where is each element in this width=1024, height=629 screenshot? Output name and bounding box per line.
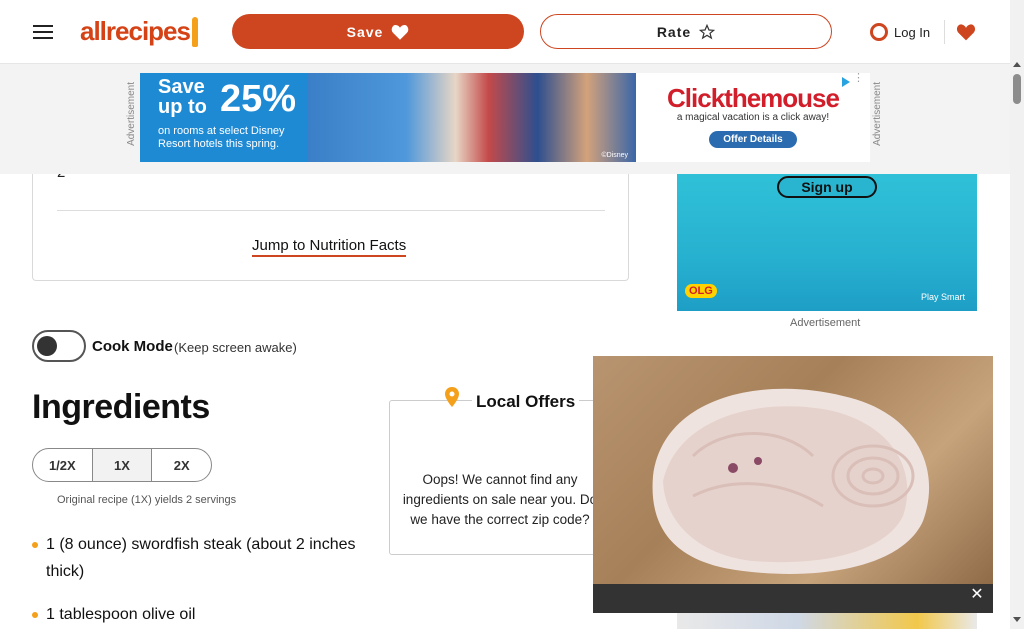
star-icon: [699, 23, 716, 39]
adchoices-icon[interactable]: [842, 77, 850, 87]
rate-label: Rate: [656, 23, 692, 40]
login-link[interactable]: Log In: [870, 21, 930, 43]
ingredient-bullet: [32, 542, 38, 548]
save-label: Save: [346, 23, 384, 40]
save-button[interactable]: Save: [232, 14, 524, 49]
close-video-icon[interactable]: ✕: [967, 585, 987, 605]
swordfish-steak-image: [652, 388, 930, 574]
spoon-icon: [191, 16, 198, 47]
ingredient-bullet: [32, 612, 38, 618]
menu-icon[interactable]: [33, 21, 53, 41]
login-label: Log In: [894, 24, 931, 40]
logo-text: allrecipes: [80, 16, 191, 46]
side-ad-label: Advertisement: [790, 317, 861, 329]
video-frame[interactable]: [593, 356, 993, 584]
site-header: allrecipes Save Rate Log In: [0, 0, 1010, 64]
ad-offer-button[interactable]: Offer Details: [709, 131, 797, 148]
ad-percent: 25%: [220, 78, 297, 120]
scale-half-button[interactable]: 1/2X: [33, 449, 93, 481]
location-pin-icon: [445, 387, 459, 407]
card-divider: [57, 210, 605, 211]
ad-brand: Clickthemouse: [667, 83, 840, 113]
video-control-bar[interactable]: [593, 584, 993, 613]
ad-photo-credit: ©Disney: [601, 152, 628, 159]
local-offers-title: Local Offers: [472, 392, 580, 412]
jump-to-nutrition-link[interactable]: Jump to Nutrition Facts: [252, 237, 407, 257]
yields-text: Original recipe (1X) yields 2 servings: [57, 494, 237, 506]
site-logo[interactable]: allrecipes: [80, 15, 208, 48]
ingredients-heading: Ingredients: [32, 388, 210, 426]
ingredient-line: 1 (8 ounce) swordfish steak (about 2 inc…: [46, 536, 356, 553]
scroll-thumb[interactable]: [1013, 74, 1021, 104]
local-offers-message: Oops! We cannot find any ingredients on …: [402, 472, 598, 527]
scale-2x-button[interactable]: 2X: [152, 449, 211, 481]
scroll-up-arrow-icon[interactable]: [1013, 62, 1021, 67]
rate-button[interactable]: Rate: [540, 14, 832, 49]
user-icon: [870, 23, 888, 41]
header-divider: [944, 20, 945, 44]
cook-mode-toggle[interactable]: [32, 330, 86, 362]
ad-side-label-right: Advertisement: [872, 82, 883, 146]
ingredient-item[interactable]: 1 (8 ounce) swordfish steak (about 2 inc…: [46, 531, 356, 585]
toggle-knob: [37, 336, 57, 356]
heart-icon: [392, 24, 409, 40]
ingredient-line: thick): [46, 563, 85, 580]
page: allrecipes Save Rate Log In Advertisemen…: [0, 0, 1024, 629]
side-ad[interactable]: Sign up OLG Play Smart: [677, 174, 977, 311]
ingredient-line: 1 tablespoon olive oil: [46, 606, 196, 623]
ad-more-icon[interactable]: ⋮: [853, 73, 864, 84]
floating-video-player[interactable]: [593, 356, 993, 613]
ad-offer-panel: Save up to 25% on rooms at select Disney…: [140, 73, 308, 162]
saved-heart-icon[interactable]: [956, 22, 976, 42]
servings-scale-group: 1/2X 1X 2X: [32, 448, 212, 482]
play-smart-text: Play Smart: [920, 292, 965, 302]
ingredient-item[interactable]: 1 tablespoon olive oil: [46, 601, 195, 628]
ad-side-label-left: Advertisement: [126, 82, 137, 146]
ad-fine-print: on rooms at select Disney Resort hotels …: [158, 125, 285, 150]
olg-logo: OLG: [685, 284, 717, 298]
cook-mode-sublabel: (Keep screen awake): [174, 340, 297, 355]
ad-signup-button[interactable]: Sign up: [777, 176, 877, 198]
top-ad-banner[interactable]: Save up to 25% on rooms at select Disney…: [140, 73, 870, 162]
ad-photo: ©Disney: [308, 73, 636, 162]
ad-brand-panel: Clickthemouse a magical vacation is a cl…: [636, 73, 870, 162]
scale-1x-button[interactable]: 1X: [92, 449, 153, 481]
page-scrollbar[interactable]: [1010, 0, 1024, 629]
cook-mode-label: Cook Mode: [92, 338, 173, 355]
scroll-down-arrow-icon[interactable]: [1013, 617, 1021, 622]
